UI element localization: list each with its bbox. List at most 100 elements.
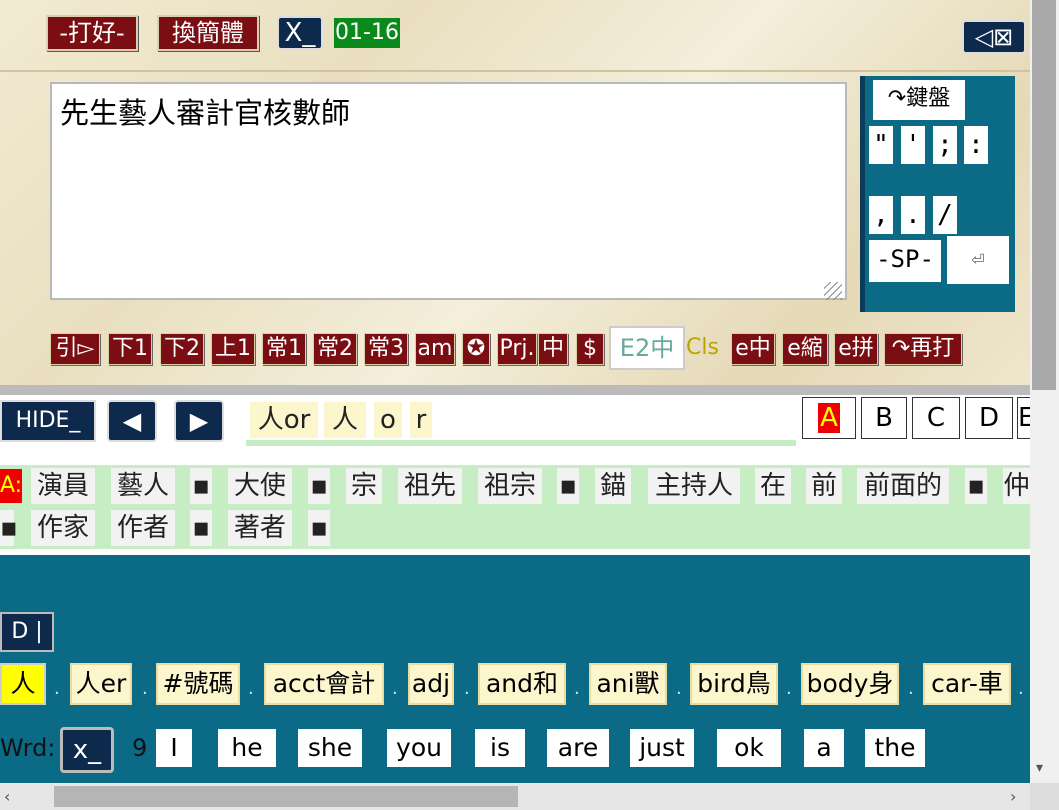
separator-dot: .	[142, 678, 148, 699]
word-item[interactable]: 主持人	[648, 468, 740, 504]
space-key[interactable]: -SP-	[869, 240, 941, 282]
quick-word[interactable]: a	[804, 729, 844, 767]
scroll-down-icon[interactable]: ▾	[1036, 760, 1043, 776]
word-item[interactable]: 著者	[228, 510, 292, 546]
tool-common1[interactable]: 常1	[262, 333, 306, 365]
chip-item[interactable]: adj	[408, 663, 454, 705]
chip-item[interactable]: #號碼	[156, 663, 240, 705]
tool-common2[interactable]: 常2	[313, 333, 357, 365]
clear-button[interactable]: X_	[277, 16, 323, 50]
letter-tab-e[interactable]: E	[1017, 397, 1031, 439]
scroll-corner	[1030, 783, 1059, 810]
letter-tab-a[interactable]: A	[802, 397, 856, 439]
key-double-quote[interactable]: "	[869, 126, 893, 164]
chip-item[interactable]: acct會計	[264, 663, 384, 705]
tool-e-chinese[interactable]: e中	[731, 333, 775, 365]
key-period[interactable]: .	[901, 196, 925, 234]
chip-item[interactable]: car-車	[923, 663, 1011, 705]
word-item[interactable]: 宗	[346, 468, 382, 504]
df-tab[interactable]: D | F	[0, 612, 54, 652]
separator-dot: .	[676, 678, 682, 699]
key-semicolon[interactable]: ;	[933, 126, 957, 164]
quick-word[interactable]: I	[156, 729, 192, 767]
close-icon[interactable]: ◁⊠	[962, 20, 1026, 54]
keyboard-toggle-button[interactable]: ↷鍵盤	[873, 80, 965, 120]
quick-word[interactable]: ok	[717, 729, 781, 767]
input-part: r	[410, 402, 432, 438]
word-item[interactable]: 在	[755, 468, 791, 504]
letter-tab-b[interactable]: B	[861, 397, 907, 439]
quick-word[interactable]: he	[218, 729, 276, 767]
next-page-button[interactable]: ▶	[174, 400, 224, 442]
letter-tab-c[interactable]: C	[912, 397, 960, 439]
word-item[interactable]: 作者	[111, 510, 175, 546]
word-item[interactable]: 大使	[228, 468, 292, 504]
separator-icon: ▪	[308, 468, 330, 504]
key-single-quote[interactable]: '	[901, 126, 925, 164]
quick-word[interactable]: are	[547, 729, 609, 767]
word-item[interactable]: 仲	[1003, 468, 1030, 504]
tool-e-pinyin[interactable]: e拼	[834, 333, 878, 365]
e2-mode-field[interactable]: E2中	[609, 326, 685, 370]
tool-prj[interactable]: Prj.	[497, 333, 537, 365]
hide-button[interactable]: HIDE_	[0, 400, 96, 442]
tool-common3[interactable]: 常3	[364, 333, 408, 365]
tool-down2[interactable]: 下2	[160, 333, 204, 365]
word-item[interactable]: 演員	[31, 468, 95, 504]
horizontal-scrollbar[interactable]: ‹ ›	[0, 783, 1030, 810]
input-part: o	[374, 402, 402, 438]
chip-item[interactable]: and和	[478, 663, 566, 705]
key-comma[interactable]: ,	[869, 196, 893, 234]
scroll-right-icon[interactable]: ›	[1010, 787, 1016, 806]
scroll-left-icon[interactable]: ‹	[4, 787, 10, 806]
tool-e-abbrev[interactable]: e縮	[782, 333, 828, 365]
quick-word[interactable]: she	[298, 729, 362, 767]
quick-word[interactable]: you	[387, 729, 451, 767]
enter-key[interactable]: ⏎	[947, 236, 1009, 284]
separator-dot: .	[574, 678, 580, 699]
cls-label[interactable]: Cls	[686, 333, 719, 363]
separator-dot: .	[248, 678, 254, 699]
tool-down1[interactable]: 下1	[108, 333, 152, 365]
prev-page-button[interactable]: ◀	[107, 400, 157, 442]
quick-word[interactable]: just	[630, 729, 694, 767]
vertical-scrollbar[interactable]: ▾	[1030, 0, 1059, 810]
word-item[interactable]: 前面的	[857, 468, 949, 504]
word-item[interactable]: 前	[806, 468, 842, 504]
convert-simplified-button[interactable]: 換簡體	[157, 15, 259, 51]
tool-chinese[interactable]: 中	[538, 333, 568, 365]
separator-icon: ▪	[965, 468, 987, 504]
repeat-button[interactable]: -打好-	[46, 15, 138, 51]
word-item[interactable]: 作家	[31, 510, 95, 546]
tool-quote[interactable]: 引▻	[50, 333, 100, 365]
horizontal-scroll-thumb[interactable]	[54, 786, 518, 807]
chip-item[interactable]: 人er	[70, 663, 132, 705]
separator-dot: .	[464, 678, 470, 699]
tool-up1[interactable]: 上1	[211, 333, 255, 365]
wrd-clear-button[interactable]: x_	[60, 727, 114, 773]
chip-item[interactable]: body身	[801, 663, 899, 705]
key-colon[interactable]: :	[964, 126, 988, 164]
separator-icon: ▪	[190, 468, 212, 504]
key-slash[interactable]: /	[933, 196, 957, 234]
text-editor[interactable]: 先生藝人審計官核數師	[50, 82, 847, 300]
tool-star-icon[interactable]: ✪	[462, 333, 490, 365]
word-item[interactable]: 祖先	[398, 468, 462, 504]
chip-item[interactable]: ani獸	[589, 663, 667, 705]
chip-item-selected[interactable]: 人or	[0, 663, 46, 705]
letter-tab-d[interactable]: D	[965, 397, 1013, 439]
separator-dot: .	[786, 678, 792, 699]
tool-dollar[interactable]: $	[576, 333, 604, 365]
vertical-scroll-thumb[interactable]	[1032, 0, 1056, 390]
input-part: 人	[324, 402, 366, 438]
chip-item[interactable]: bird鳥	[690, 663, 778, 705]
divider	[0, 385, 1030, 395]
word-item[interactable]: 祖宗	[478, 468, 542, 504]
word-item[interactable]: 錨	[595, 468, 631, 504]
quick-word[interactable]: the	[865, 729, 925, 767]
resize-grip-icon[interactable]	[824, 282, 842, 300]
tool-retype[interactable]: ↷再打	[884, 333, 962, 365]
word-item[interactable]: 藝人	[111, 468, 175, 504]
tool-am[interactable]: am	[415, 333, 455, 365]
quick-word[interactable]: is	[475, 729, 525, 767]
